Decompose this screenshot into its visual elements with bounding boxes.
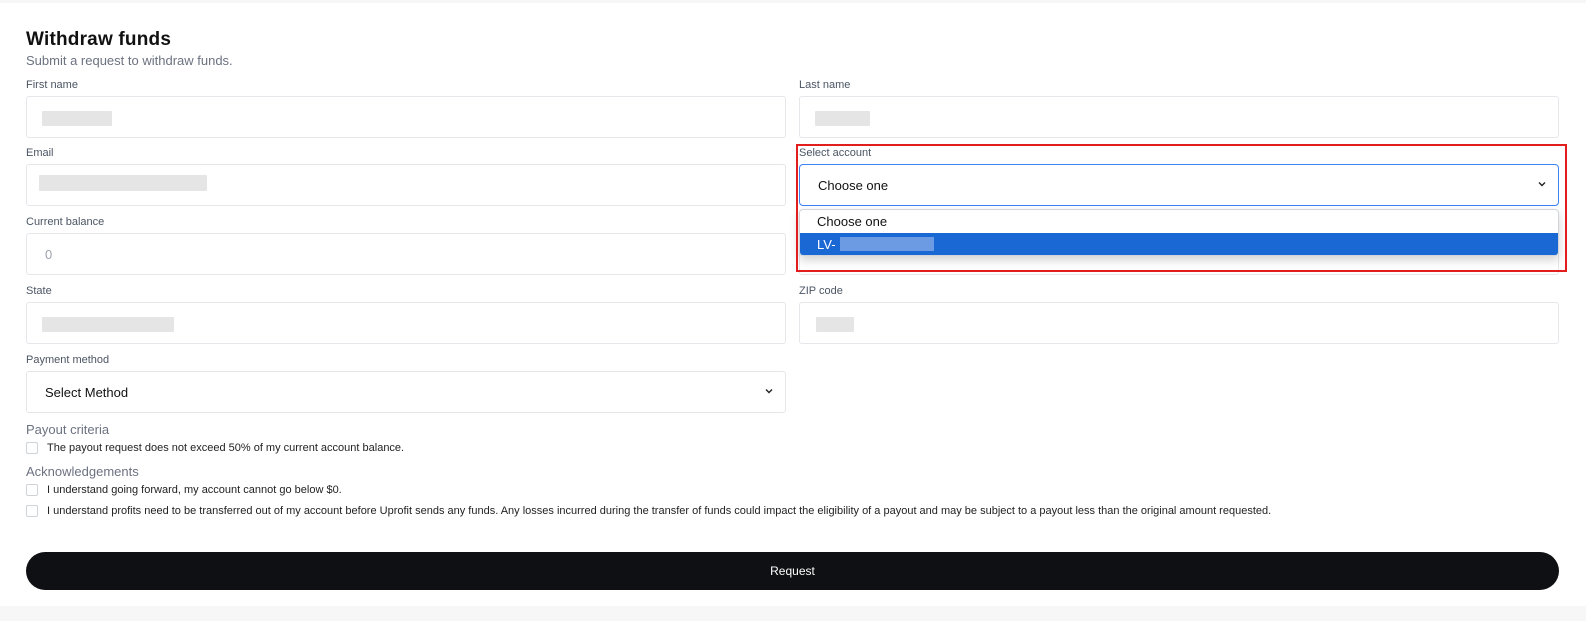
current-balance-label: Current balance [26, 216, 105, 228]
acknowledgement-item[interactable]: I understand going forward, my account c… [26, 484, 342, 496]
email-label: Email [26, 147, 54, 159]
request-button[interactable]: Request [26, 552, 1559, 590]
current-balance-value: 0 [45, 247, 53, 262]
checkbox[interactable] [26, 442, 38, 454]
redacted-value [815, 111, 870, 126]
checkbox-label: I understand going forward, my account c… [47, 484, 342, 496]
redacted-value [42, 317, 174, 332]
redacted-value [39, 175, 207, 191]
payout-criteria-item[interactable]: The payout request does not exceed 50% o… [26, 442, 404, 454]
acknowledgements-heading: Acknowledgements [26, 464, 139, 479]
zip-code-label: ZIP code [799, 285, 843, 297]
first-name-label: First name [26, 79, 78, 91]
payout-criteria-heading: Payout criteria [26, 422, 110, 437]
acknowledgement-item[interactable]: I understand profits need to be transfer… [26, 505, 1271, 517]
payment-method-label: Payment method [26, 354, 110, 366]
payment-method-select[interactable]: Select Method [26, 371, 786, 413]
state-field[interactable] [26, 302, 786, 344]
checkbox-label: The payout request does not exceed 50% o… [47, 442, 405, 454]
page-background-strip [0, 606, 1586, 621]
state-label: State [26, 285, 52, 297]
redacted-value [816, 317, 854, 332]
payment-method-value: Select Method [45, 385, 129, 400]
checkbox[interactable] [26, 505, 38, 517]
chevron-down-icon [765, 389, 773, 394]
page-subtitle: Submit a request to withdraw funds. [26, 53, 233, 68]
zip-code-field[interactable] [799, 302, 1559, 344]
page-title: Withdraw funds [26, 29, 172, 50]
redacted-value [42, 111, 112, 126]
annotation-highlight-box [796, 144, 1567, 272]
last-name-field[interactable] [799, 96, 1559, 138]
checkbox[interactable] [26, 484, 38, 496]
first-name-field[interactable] [26, 96, 786, 138]
email-field[interactable] [26, 164, 786, 206]
checkbox-label: I understand profits need to be transfer… [47, 505, 1272, 517]
current-balance-field: 0 [26, 233, 786, 275]
last-name-label: Last name [799, 79, 851, 91]
